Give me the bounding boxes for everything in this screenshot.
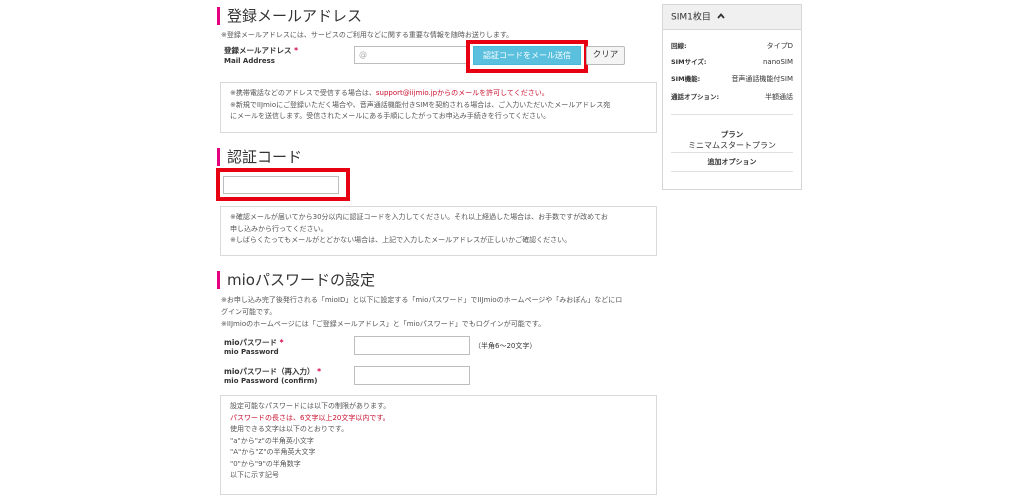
email-input-placeholder: @ xyxy=(359,50,367,59)
email-input[interactable]: @ xyxy=(354,46,470,64)
chevron-up-icon xyxy=(717,5,725,29)
auth-info-box: ※確認メールが届いてから30分以内に認証コードを入力してください。それ以上経過し… xyxy=(220,206,657,256)
call-option-row: 通話オプション: 半額通話 xyxy=(671,93,793,101)
required-mark: * xyxy=(279,338,284,347)
send-auth-code-button[interactable]: 認証コードをメール送信 xyxy=(473,46,581,65)
email-info-allow-text: support@iijmio.jpからのメールを許可してください。 xyxy=(375,89,549,97)
sim-size-row: SIMサイズ: nanoSIM xyxy=(671,58,793,66)
plan-value: ミニマムスタートプラン xyxy=(688,141,776,150)
password-rule-line: "A"から"Z"の半角英大文字 xyxy=(230,448,316,456)
password-rule-line: 使用できる文字は以下のとおりです。 xyxy=(230,425,349,433)
password-confirm-sublabel: mio Password (confirm) xyxy=(224,377,318,385)
sidebar-divider xyxy=(671,114,793,115)
password-confirm-input[interactable] xyxy=(354,366,470,385)
password-desc-1: ※お申し込み完了後発行される「mioID」と以下に設定する「mioパスワード」で… xyxy=(221,296,623,304)
sim-summary-title: SIM1枚目 xyxy=(671,12,711,23)
password-rules-box: 設定可能なパスワードには以下の制限があります。 パスワードの長さは、6文字以上2… xyxy=(220,395,657,495)
password-input[interactable] xyxy=(354,336,470,355)
auth-info-line1: ※確認メールが届いてから30分以内に認証コードを入力してください。それ以上経過し… xyxy=(230,213,608,221)
auth-info-line3: ※しばらくたってもメールがとどかない場合は、上記で入力したメールアドレスが正しい… xyxy=(230,236,572,244)
email-field-label: 登録メールアドレス * xyxy=(224,46,299,55)
sim-line-row: 回線: タイプD xyxy=(671,42,793,50)
required-mark: * xyxy=(317,367,322,376)
auth-section-title: 認証コード xyxy=(217,148,302,166)
password-field-sublabel: mio Password xyxy=(224,348,279,356)
password-rule-line: 以下に示す記号 xyxy=(230,471,279,479)
sidebar-divider xyxy=(671,171,793,172)
password-rule-line: "a"から"z"の半角英小文字 xyxy=(230,436,314,445)
sidebar-divider xyxy=(671,152,793,153)
password-rule-line: パスワードの長さは、6文字以上20文字以内です。 xyxy=(230,413,390,422)
additional-option-label: 追加オプション xyxy=(707,158,757,166)
password-rule-line: "0"から"9"の半角数字 xyxy=(230,459,301,468)
sim-summary-panel: SIM1枚目 回線: タイプD SIMサイズ: nanoSIM SIM機能: 音… xyxy=(662,4,802,190)
required-mark: * xyxy=(294,46,299,55)
sim-summary-header[interactable]: SIM1枚目 xyxy=(663,5,801,30)
email-info-line1: ※携帯電話などのアドレスで受信する場合は、 xyxy=(230,89,376,97)
auth-code-input[interactable] xyxy=(223,176,339,194)
password-section-title: mioパスワードの設定 xyxy=(217,271,375,289)
plan-label: プラン xyxy=(720,130,744,139)
email-info-line2: ※新規でIIJmioにご登録いただく場合や、音声通話機能付きSIMを契約される場… xyxy=(230,100,611,109)
email-section-title: 登録メールアドレス xyxy=(217,7,362,25)
clear-button[interactable]: クリア xyxy=(586,46,625,65)
auth-info-line2: 申し込みから行ってください。 xyxy=(230,224,328,233)
sim-function-row: SIM機能: 音声通話機能付SIM xyxy=(671,75,793,83)
password-desc-2: グイン可能です。 xyxy=(221,308,277,316)
email-info-box: ※携帯電話などのアドレスで受信する場合は、support@iijmio.jpから… xyxy=(220,82,657,133)
email-field-sublabel: Mail Address xyxy=(224,57,275,65)
password-desc-3: ※IIJmioのホームページには「ご登録メールアドレス」と「mioパスワード」で… xyxy=(221,320,546,328)
email-info-line3: にメールを送信します。受信されたメールにある手順にしたがってお申込み手続きを行っ… xyxy=(230,112,551,120)
password-length-hint: （半角6～20文字） xyxy=(474,342,537,350)
password-rule-line: 設定可能なパスワードには以下の制限があります。 xyxy=(230,402,391,410)
